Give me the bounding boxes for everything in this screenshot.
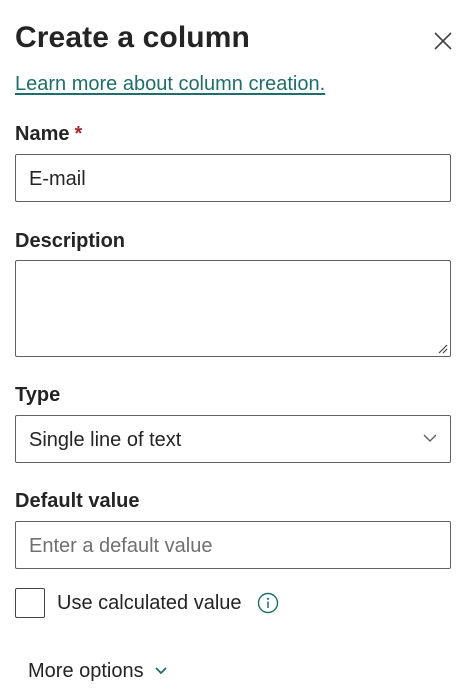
type-dropdown[interactable]: Single line of text [15,415,451,463]
calculated-value-checkbox[interactable] [15,588,45,618]
description-label: Description [15,230,126,252]
name-input-value: E-mail [29,168,86,190]
type-label: Type [15,384,61,406]
chevron-down-icon [154,667,167,675]
resize-grip-icon[interactable] [436,342,448,354]
more-options-label: More options [28,660,144,682]
type-selected-value: Single line of text [29,429,182,451]
chevron-down-icon [423,434,437,442]
name-label: Name * [15,121,82,147]
info-icon[interactable] [257,592,279,614]
close-button[interactable] [428,26,458,56]
name-label-text: Name [15,123,70,145]
default-value-input[interactable]: Enter a default value [15,521,451,569]
calculated-value-label[interactable]: Use calculated value [57,590,242,616]
name-input[interactable]: E-mail [15,154,451,202]
default-value-label: Default value [15,490,140,512]
more-options-button[interactable]: More options [28,658,168,684]
close-icon [434,32,452,50]
panel-title: Create a column [15,21,250,54]
required-marker: * [74,123,83,145]
default-value-placeholder: Enter a default value [29,535,213,557]
create-column-panel: Create a column Learn more about column … [0,0,466,697]
learn-more-link[interactable]: Learn more about column creation. [15,70,325,98]
description-textarea[interactable] [15,260,451,357]
